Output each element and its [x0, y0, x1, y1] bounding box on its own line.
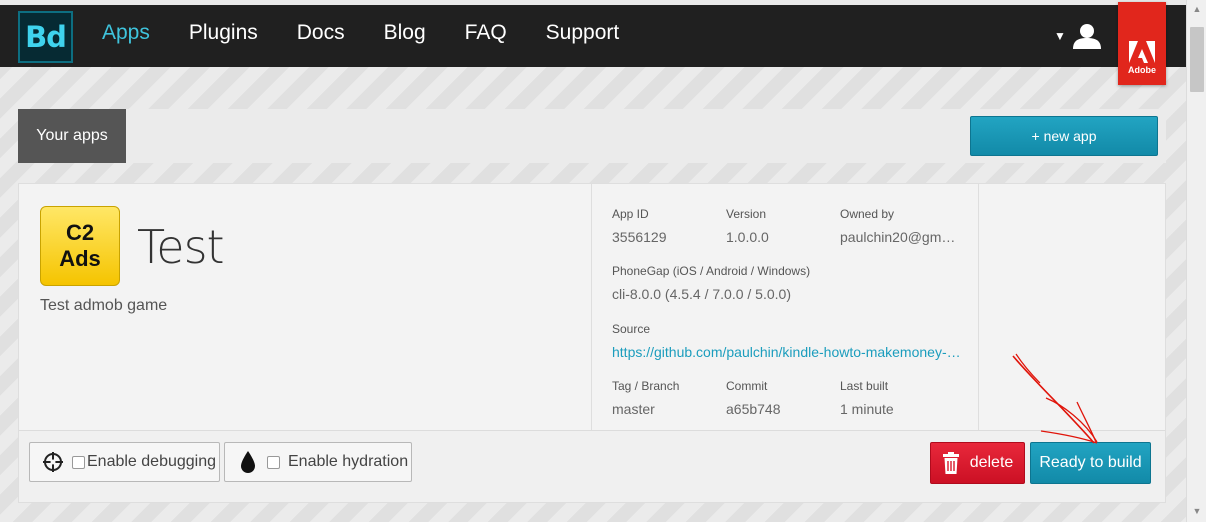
tag-label: Tag / Branch	[612, 379, 680, 393]
last-built-label: Last built	[840, 379, 889, 393]
owner-label: Owned by	[840, 207, 895, 221]
trash-icon	[942, 452, 959, 474]
delete-button[interactable]: delete	[930, 442, 1025, 484]
last-built-value: 1 minute	[840, 401, 894, 417]
ready-to-build-button[interactable]: Ready to build	[1030, 442, 1151, 484]
debugging-checkbox[interactable]	[72, 455, 85, 469]
app-details: App ID 3556129 Version 1.0.0.0 Owned by …	[591, 184, 979, 430]
app-description: Test admob game	[40, 297, 168, 314]
new-app-button[interactable]: + new app	[970, 116, 1158, 156]
caret-down-icon: ▼	[1054, 29, 1066, 43]
delete-label: delete	[969, 454, 1014, 471]
adobe-logo-icon	[1129, 41, 1155, 63]
phonegap-value: cli-8.0.0 (4.5.4 / 7.0.0 / 5.0.0)	[612, 286, 791, 302]
app-icon: C2 Ads	[40, 206, 120, 286]
section-header: Your apps + new app	[18, 109, 1166, 163]
hydration-checkbox[interactable]	[267, 455, 280, 469]
source-label: Source	[612, 322, 651, 336]
user-icon	[1072, 24, 1101, 49]
nav-faq[interactable]: FAQ	[465, 21, 507, 45]
enable-hydration-button[interactable]: Enable hydration	[224, 442, 412, 482]
tag-value: master	[612, 401, 655, 417]
nav-support[interactable]: Support	[546, 21, 620, 45]
enable-debugging-button[interactable]: Enable debugging	[29, 442, 220, 482]
adobe-label: Adobe	[1128, 65, 1156, 75]
crosshair-icon	[43, 452, 63, 472]
commit-label: Commit	[726, 379, 768, 393]
version-label: Version	[726, 207, 767, 221]
nav-docs[interactable]: Docs	[297, 21, 345, 45]
app-icon-line1: C2	[65, 220, 95, 245]
nav-blog[interactable]: Blog	[384, 21, 426, 45]
app-card: C2 Ads Test Test admob game App ID 35561…	[18, 183, 1166, 503]
hydration-label: Enable hydration	[288, 453, 409, 470]
source-link[interactable]: https://github.com/paulchin/kindle-howto…	[612, 344, 961, 360]
scrollbar[interactable]: ▲ ▼	[1186, 0, 1206, 522]
debugging-label: Enable debugging	[87, 453, 217, 470]
commit-value: a65b748	[726, 401, 781, 417]
owner-value: paulchin20@gm…	[840, 229, 956, 245]
top-navbar: Bd Apps Plugins Docs Blog FAQ Support ▼	[0, 0, 1186, 67]
scroll-thumb[interactable]	[1190, 27, 1204, 92]
droplet-icon	[241, 451, 255, 473]
app-name: Test	[137, 220, 225, 274]
scroll-down-icon[interactable]: ▼	[1191, 506, 1203, 518]
version-value: 1.0.0.0	[726, 229, 769, 245]
app-card-footer: Enable debugging Enable hydration delete…	[19, 430, 1165, 502]
scroll-up-icon[interactable]: ▲	[1191, 4, 1203, 16]
user-menu[interactable]: ▼	[1054, 23, 1102, 49]
app-icon-line2: Ads	[59, 246, 101, 271]
main-nav: Apps Plugins Docs Blog FAQ Support	[102, 21, 658, 45]
adobe-tab[interactable]: Adobe	[1118, 2, 1166, 85]
phonegap-label: PhoneGap (iOS / Android / Windows)	[612, 264, 811, 278]
nav-apps[interactable]: Apps	[102, 21, 150, 45]
app-id-label: App ID	[612, 207, 649, 221]
bd-logo[interactable]: Bd	[18, 11, 73, 63]
your-apps-tab[interactable]: Your apps	[18, 109, 126, 163]
app-id-value: 3556129	[612, 229, 667, 245]
nav-plugins[interactable]: Plugins	[189, 21, 258, 45]
